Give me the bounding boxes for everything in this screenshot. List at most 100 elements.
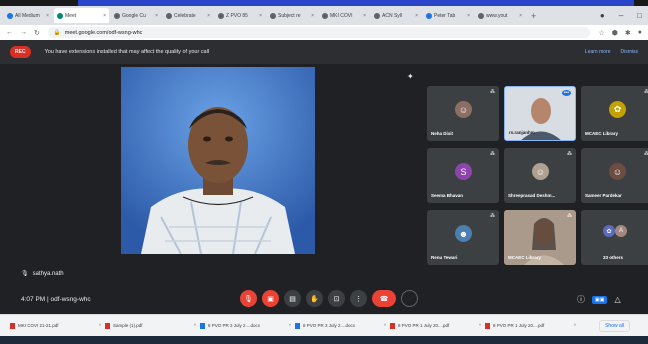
meet-icon — [57, 12, 63, 19]
pdf-icon — [105, 322, 110, 329]
maximize-icon[interactable]: □ — [637, 11, 642, 20]
avatar[interactable]: ● — [638, 29, 642, 37]
close-icon[interactable]: × — [101, 13, 106, 19]
mic-off-icon: ⁂ — [490, 151, 495, 157]
main-speaker-video — [121, 67, 315, 254]
mic-toggle-button[interactable]: 🎙 — [240, 290, 257, 307]
participant-name: Neha Dixit — [431, 131, 454, 136]
profile-icon[interactable]: ● — [600, 11, 605, 20]
extension-icon[interactable]: ⬢ — [612, 29, 618, 37]
browser-tab-bar: All Medium × Meet × Google Cu × Celebrate × … — [0, 6, 648, 25]
participant-tile[interactable]: ⁂ MCAEC Library — [504, 210, 576, 265]
download-item[interactable]: Sample (1).pdf ^ — [105, 322, 200, 329]
browser-tab[interactable]: All Medium × — [4, 8, 52, 23]
participant-tile[interactable]: S ⁂ Seema Bhavan — [427, 148, 499, 203]
download-item[interactable]: MKI COVI 21-21.pdf ^ — [10, 322, 105, 329]
participant-tile[interactable]: ☺ ⁂ Shreeprasad Deshm... — [504, 148, 576, 203]
others-count: 33 others — [603, 255, 624, 260]
activity-button[interactable] — [401, 290, 418, 307]
participant-name: Renu Tewari — [431, 255, 458, 260]
captions-button[interactable]: ▤ — [284, 290, 301, 307]
star-icon[interactable]: ☆ — [598, 29, 604, 37]
url-field[interactable]: 🔒 meet.google.com/odf-wsng-whc — [47, 27, 591, 38]
mic-off-icon: ⁂ — [490, 89, 495, 95]
participant-tile[interactable]: ✿ ⁂ MCAEC Library — [581, 86, 648, 141]
browser-tab[interactable]: Celebrate × — [163, 8, 213, 23]
tab-favicon-icon — [270, 12, 276, 19]
browser-tab-meet[interactable]: Meet × — [54, 8, 109, 23]
browser-tab[interactable]: www.yout × — [475, 8, 525, 23]
minimize-icon[interactable]: – — [619, 11, 623, 20]
chevron-up-icon[interactable]: ^ — [289, 323, 291, 328]
participant-tile[interactable]: ☻ ⁂ Renu Tewari — [427, 210, 499, 265]
close-icon[interactable]: × — [257, 13, 262, 19]
mic-icon: 🎙 — [21, 271, 29, 277]
banner-message: You have extensions installed that may a… — [44, 49, 210, 55]
close-icon[interactable]: × — [205, 13, 210, 19]
browser-tab[interactable]: Google Cu × — [111, 8, 161, 23]
pdf-icon — [390, 322, 395, 329]
tab-favicon-icon — [374, 12, 380, 19]
close-icon[interactable]: × — [361, 13, 366, 19]
participant-tile[interactable]: ••• rs.ranjanhm — [504, 86, 576, 141]
chevron-up-icon[interactable]: ^ — [479, 323, 481, 328]
participant-tile[interactable]: ☺ ⁂ Neha Dixit — [427, 86, 499, 141]
browser-tab[interactable]: Z PVO 85 × — [215, 8, 265, 23]
pdf-icon — [485, 322, 490, 329]
puzzle-icon[interactable]: ✱ — [625, 29, 631, 37]
close-icon[interactable]: × — [465, 13, 470, 19]
participant-photo: ☻ — [455, 225, 472, 242]
address-bar: ← → ↻ 🔒 meet.google.com/odf-wsng-whc ☆ ⬢… — [0, 25, 648, 40]
clock-time: 4:07 PM — [21, 296, 46, 303]
others-avatar-icon: A — [615, 225, 627, 237]
download-item[interactable]: 8 PVO PR 3 July 2....docx ^ — [200, 322, 295, 329]
activities-icon[interactable]: △ — [614, 295, 620, 304]
close-icon[interactable]: × — [153, 13, 158, 19]
participant-tile-others[interactable]: ✿ A 33 others — [581, 210, 648, 265]
close-icon[interactable]: × — [517, 13, 522, 19]
chevron-up-icon[interactable]: ^ — [384, 323, 386, 328]
download-item[interactable]: 8 PVO PR 1 July 20....pdf ^ — [390, 322, 485, 329]
close-icon[interactable]: × — [44, 13, 49, 19]
forward-icon[interactable]: → — [20, 29, 27, 37]
dismiss-button[interactable]: Dismiss — [621, 49, 639, 55]
browser-tab[interactable]: MKI COVI × — [319, 8, 369, 23]
browser-tab[interactable]: Peter Tab × — [423, 8, 473, 23]
browser-tab[interactable]: Subject re × — [267, 8, 317, 23]
show-all-button[interactable]: Show all — [599, 319, 630, 332]
camera-toggle-button[interactable]: ▣ — [262, 290, 279, 307]
reload-icon[interactable]: ↻ — [34, 29, 40, 37]
tab-favicon-icon — [478, 12, 484, 19]
chevron-up-icon[interactable]: ^ — [574, 323, 576, 328]
new-tab-button[interactable]: + — [531, 11, 536, 21]
learn-more-link[interactable]: Learn more — [585, 49, 611, 55]
close-icon[interactable]: × — [309, 13, 314, 19]
raise-hand-button[interactable]: ✋ — [306, 290, 323, 307]
speaking-indicator-icon: ••• — [561, 90, 571, 96]
mic-off-icon: ⁂ — [567, 213, 572, 219]
pin-icon[interactable]: ✦ — [407, 72, 414, 81]
leave-call-button[interactable]: ☎ — [372, 290, 396, 307]
chevron-up-icon[interactable]: ^ — [194, 323, 196, 328]
extension-warning-banner: REC You have extensions installed that m… — [0, 40, 648, 64]
download-item[interactable]: 8 PVO PR 3 July 2....docx ^ — [295, 322, 390, 329]
browser-tab[interactable]: ACN Syll × — [371, 8, 421, 23]
speaker-label: 🎙 sathya.nath — [21, 270, 64, 278]
info-icon[interactable]: ⓘ — [577, 294, 585, 305]
present-button[interactable]: ⊡ — [328, 290, 345, 307]
os-taskbar — [0, 336, 648, 344]
tab-favicon-icon — [426, 12, 432, 19]
more-options-button[interactable]: ⋮ — [350, 290, 367, 307]
tab-favicon-icon — [166, 12, 172, 19]
call-controls: 🎙 ▣ ▤ ✋ ⊡ ⋮ ☎ — [240, 290, 418, 307]
download-item[interactable]: 8 PVO PR 1 July 20....pdf ^ — [485, 322, 580, 329]
participant-name: MCAEC Library — [508, 255, 542, 260]
downloads-bar: MKI COVI 21-21.pdf ^ Sample (1).pdf ^ 8 PV… — [0, 314, 648, 336]
tab-favicon-icon — [218, 12, 224, 19]
chat-button[interactable]: ▣▣ — [592, 295, 608, 304]
chevron-up-icon[interactable]: ^ — [99, 323, 101, 328]
close-icon[interactable]: × — [413, 13, 418, 19]
participant-photo: ☺ — [532, 163, 549, 180]
participant-tile[interactable]: ☺ ⁂ Sameer Pardekar — [581, 148, 648, 203]
back-icon[interactable]: ← — [6, 29, 13, 37]
